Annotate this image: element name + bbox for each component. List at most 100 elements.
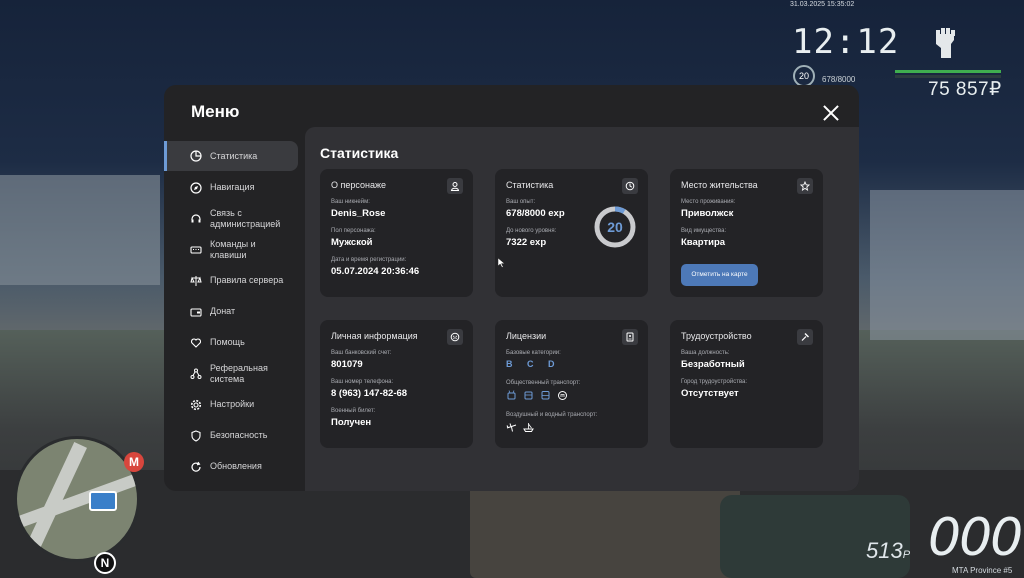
face-icon	[447, 329, 463, 345]
hud-speed: 513Р	[866, 538, 910, 564]
cursor-icon	[498, 258, 506, 268]
minimap[interactable]	[14, 436, 140, 562]
card-title: Трудоустройство	[681, 331, 752, 341]
card-residence: Место жительства Место проживания: Приво…	[670, 169, 823, 297]
headset-icon	[190, 213, 202, 225]
sidebar-item-settings[interactable]: Настройки	[164, 389, 304, 420]
property-type-value: Квартира	[681, 237, 726, 248]
close-button[interactable]	[820, 102, 842, 124]
star-icon	[797, 178, 813, 194]
north-icon: N	[94, 552, 116, 574]
card-title: Личная информация	[331, 331, 418, 341]
position-value: Безработный	[681, 359, 745, 370]
property-type-label: Вид имущества:	[681, 228, 727, 234]
sidebar-item-updates[interactable]: Обновления	[164, 451, 304, 482]
sidebar-item-security[interactable]: Безопасность	[164, 420, 304, 451]
exp-value: 678/8000 exp	[506, 208, 565, 219]
page-title: Статистика	[320, 145, 399, 161]
card-title: Место жительства	[681, 180, 758, 190]
hud-speed-unit: Р	[902, 549, 911, 561]
shield-icon	[190, 429, 202, 442]
sidebar-item-admin-contact[interactable]: Связь с администрацией	[164, 203, 280, 234]
hud-money: 75 857₽	[928, 79, 1002, 100]
id-card-icon	[622, 329, 638, 345]
sidebar-item-label: Статистика	[210, 150, 258, 161]
next-level-label: До нового уровня:	[506, 228, 557, 234]
bank-account-value: 801079	[331, 359, 363, 370]
sidebar-item-label: Связь с администрацией	[210, 207, 281, 229]
hud-odometer: 000	[928, 508, 1023, 568]
phone-value: 8 (963) 147-82-68	[331, 388, 408, 399]
compass-icon	[190, 181, 202, 194]
exp-label: Ваш опыт:	[506, 199, 536, 205]
level-value: 20	[607, 219, 623, 235]
sidebar-item-label: Настройки	[210, 399, 255, 409]
card-statistics: Статистика Ваш опыт: 678/8000 exp До нов…	[495, 169, 648, 297]
background-building	[0, 175, 160, 285]
sidebar-item-statistics[interactable]: Статистика	[164, 141, 298, 171]
keyboard-icon	[190, 244, 202, 256]
chart-clock-icon	[622, 178, 638, 194]
place-value: Приволжск	[681, 208, 734, 219]
airplane-icon	[506, 422, 517, 433]
hud-exp: 678/8000	[822, 75, 856, 84]
sidebar-item-rules[interactable]: Правила сервера	[164, 265, 304, 296]
sidebar-item-label: Помощь	[210, 337, 245, 347]
sidebar-item-help[interactable]: Помощь	[164, 327, 304, 358]
user-icon	[447, 178, 463, 194]
next-level-value: 7322 exp	[506, 237, 547, 248]
military-value: Получен	[331, 417, 372, 428]
public-transport-icons	[506, 390, 568, 401]
card-title: О персонаже	[331, 180, 386, 190]
gear-icon	[190, 399, 202, 411]
hud-server-name: MTA Province #5	[952, 566, 1013, 575]
gender-value: Мужской	[331, 237, 373, 248]
background-building	[870, 190, 1024, 340]
sidebar-item-label: Обновления	[210, 461, 262, 471]
base-categories-label: Базовые категории:	[506, 350, 561, 356]
background-car	[720, 495, 910, 578]
sidebar-item-commands[interactable]: Команды и клавиши	[164, 234, 264, 265]
wallet-icon	[190, 306, 202, 318]
sidebar-item-label: Реферальная система	[210, 362, 268, 384]
base-categories-value: B C D	[506, 359, 561, 369]
air-water-transport-icons	[506, 422, 534, 433]
scales-icon	[190, 275, 202, 287]
menu-title: Меню	[191, 102, 240, 121]
boat-icon	[523, 422, 534, 433]
pie-chart-icon	[190, 150, 202, 162]
sidebar-item-donate[interactable]: Донат	[164, 296, 304, 327]
card-personal-info: Личная информация Ваш банковский счет: 8…	[320, 320, 473, 448]
trolleybus-icon	[506, 390, 517, 401]
sidebar-item-label: Команды и клавиши	[210, 238, 256, 260]
sidebar-item-label: Навигация	[210, 182, 255, 192]
registration-label: Дата и время регистрации:	[331, 257, 407, 263]
air-water-transport-label: Воздушный и водный транспорт:	[506, 412, 598, 418]
metro-icon: M	[124, 452, 144, 472]
card-title: Статистика	[506, 180, 554, 190]
sidebar-item-label: Донат	[210, 306, 236, 316]
position-label: Ваша должность:	[681, 350, 730, 356]
sidebar-item-navigation[interactable]: Навигация	[164, 172, 304, 203]
place-label: Место проживания:	[681, 199, 736, 205]
hud-clock: 12:12	[792, 22, 900, 62]
sidebar-item-referral[interactable]: Реферальная система	[164, 358, 268, 389]
content-panel: Статистика О персонаже Ваш никнейм: Deni…	[305, 127, 859, 491]
menu-window: Меню Статистика Навигация Связь с админи…	[164, 85, 859, 491]
military-label: Военный билет:	[331, 408, 376, 414]
nickname-value: Denis_Rose	[331, 208, 386, 219]
bank-account-label: Ваш банковский счет:	[331, 350, 392, 356]
card-employment: Трудоустройство Ваша должность: Безработ…	[670, 320, 823, 448]
background-truck	[470, 480, 740, 578]
taxi-icon	[557, 390, 568, 401]
network-icon	[190, 368, 202, 380]
hud-level-badge: 20	[793, 65, 815, 87]
hud-health-bar	[895, 70, 1001, 73]
hud-speed-value: 513	[866, 538, 903, 563]
hud-datetime: 31.03.2025 15:35:02	[790, 1, 855, 8]
mark-on-map-button[interactable]: Отметить на карте	[681, 264, 758, 286]
bus-icon	[540, 390, 551, 401]
gender-label: Пол персонажа:	[331, 228, 376, 234]
sidebar-item-label: Правила сервера	[210, 275, 284, 285]
player-marker-icon	[89, 491, 117, 511]
